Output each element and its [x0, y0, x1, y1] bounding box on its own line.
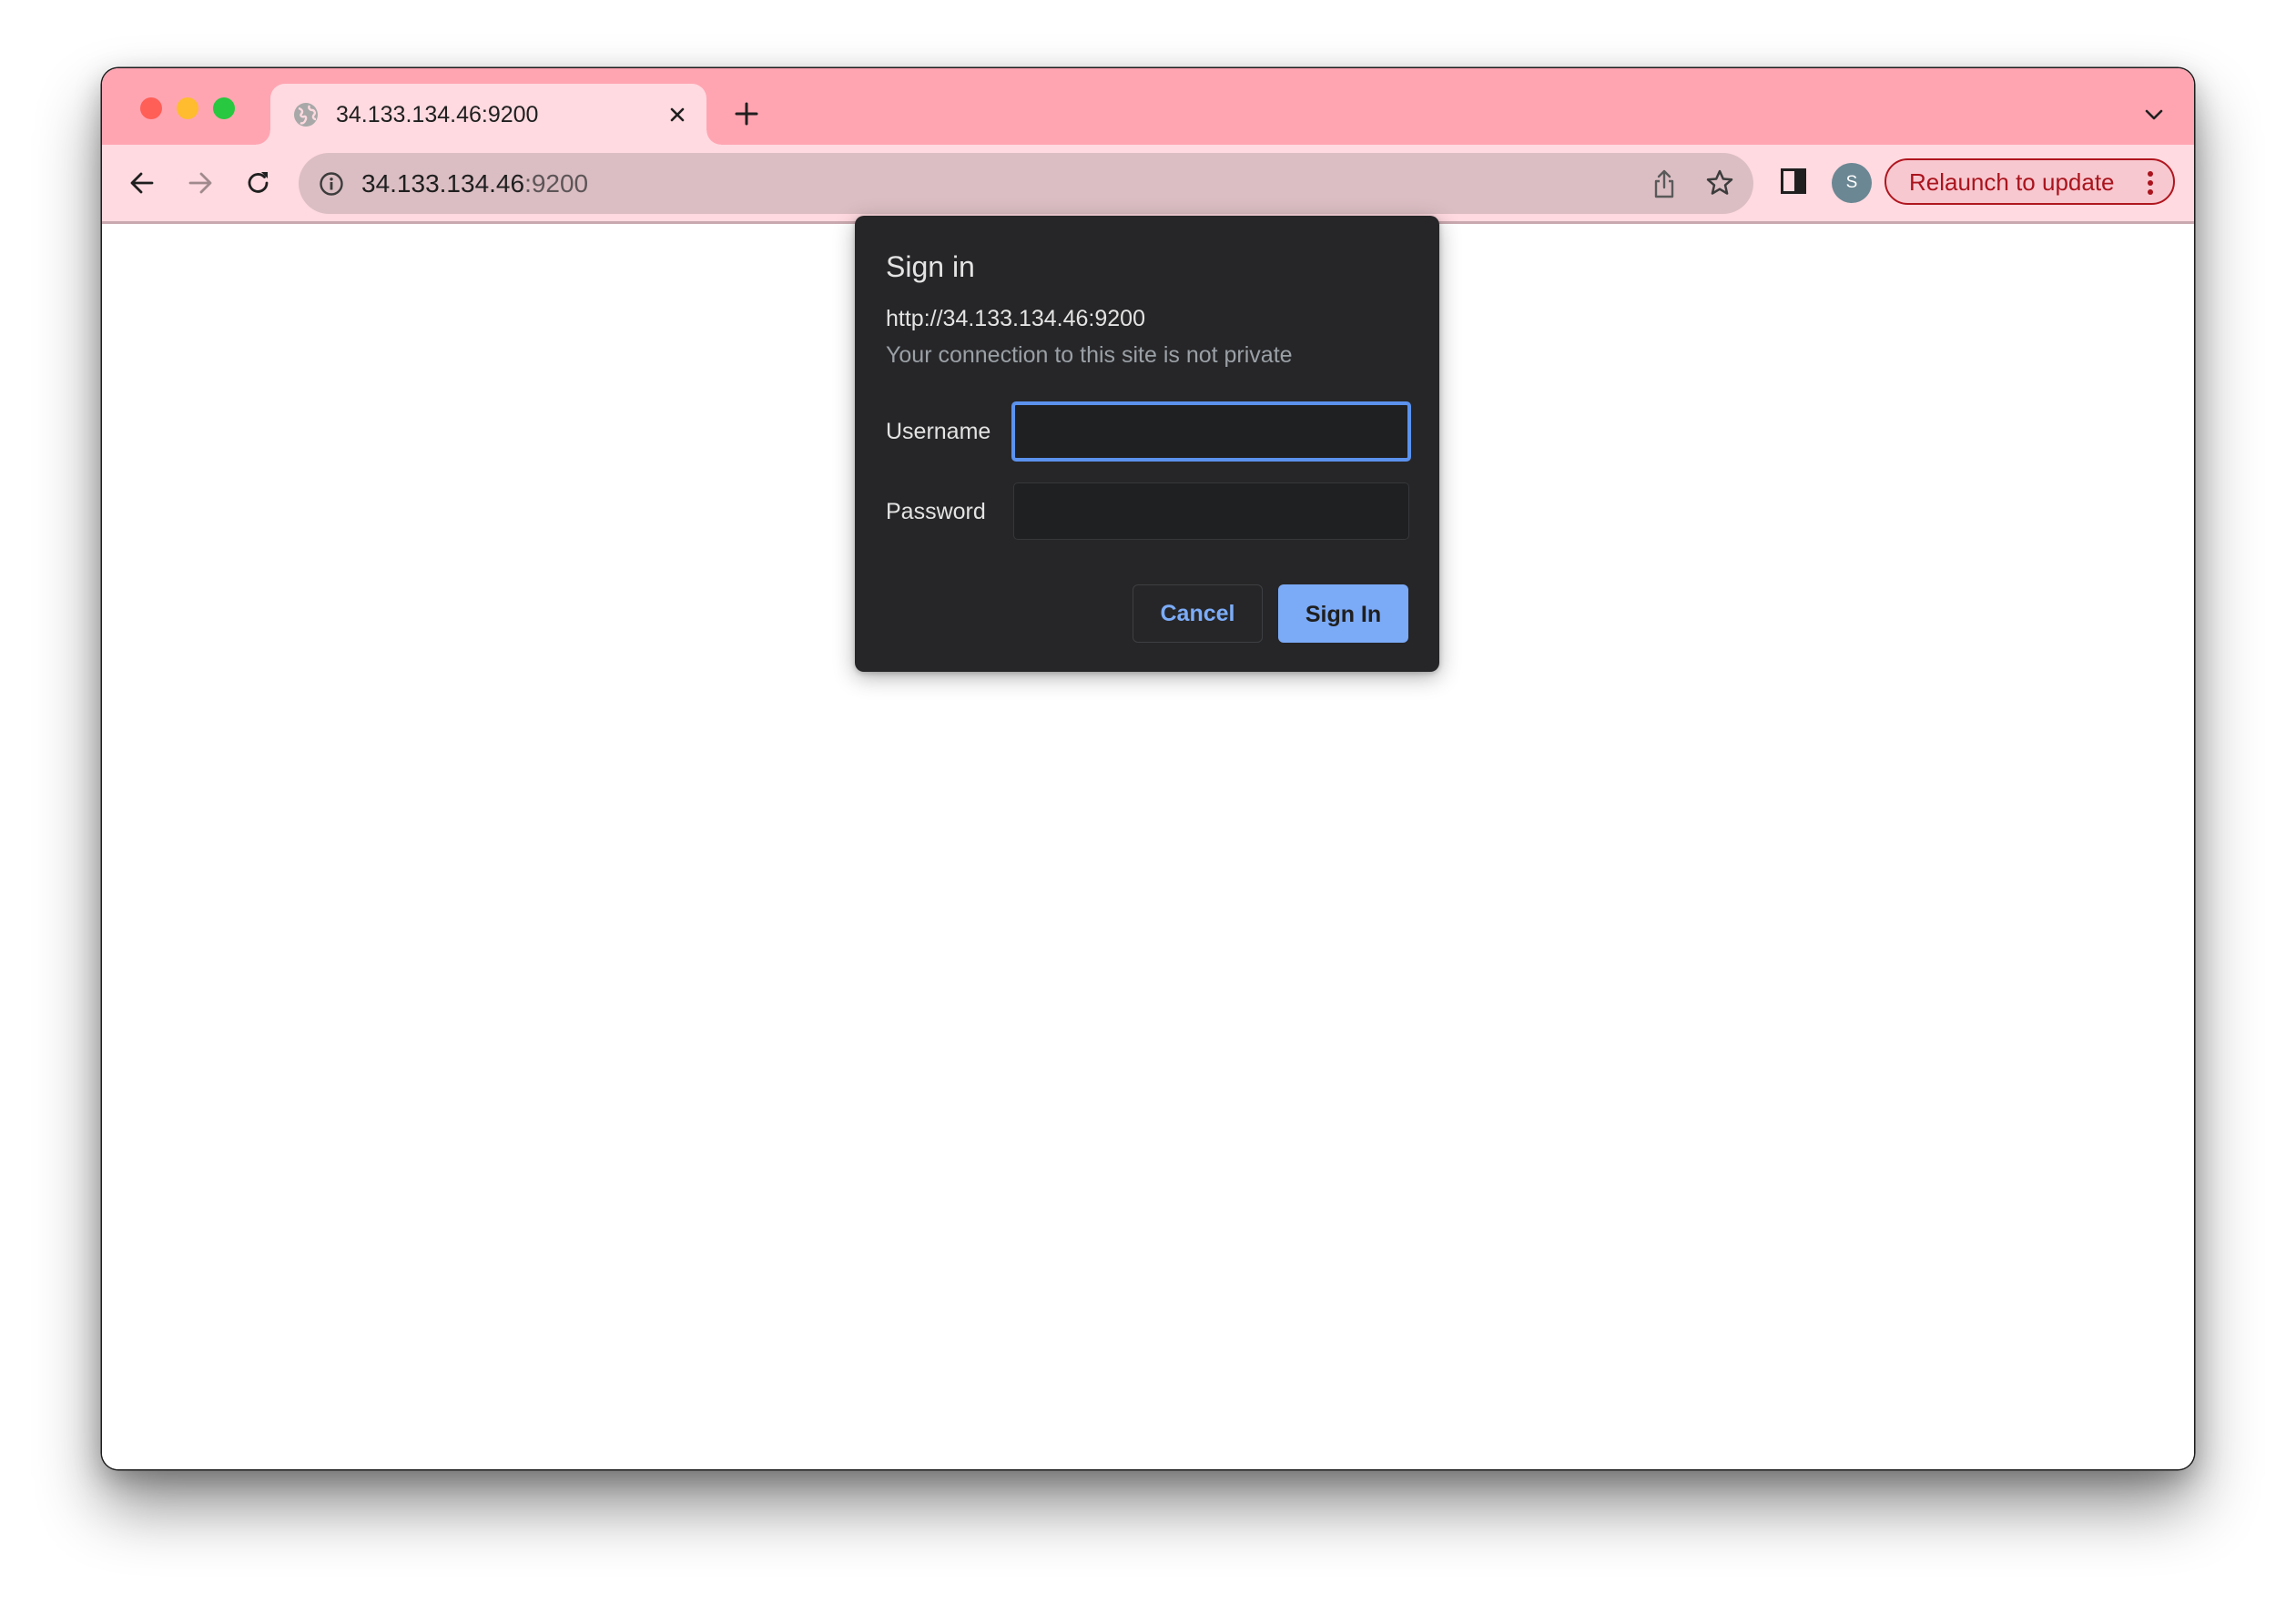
connection-warning: Your connection to this site is not priv…: [886, 342, 1293, 368]
close-tab-icon[interactable]: [666, 104, 688, 126]
zoom-window-button[interactable]: [213, 97, 235, 119]
relaunch-label: Relaunch to update: [1909, 168, 2115, 196]
sign-in-button[interactable]: Sign In: [1278, 584, 1408, 643]
password-input[interactable]: [1013, 482, 1409, 540]
dialog-origin: http://34.133.134.46:9200: [886, 306, 1145, 331]
dialog-title: Sign in: [886, 250, 975, 283]
star-icon[interactable]: [1704, 168, 1735, 198]
close-window-button[interactable]: [140, 97, 162, 119]
kebab-menu-icon[interactable]: [2146, 170, 2155, 196]
share-icon[interactable]: [1650, 168, 1679, 200]
chevron-down-icon[interactable]: [2142, 103, 2166, 127]
sign-in-dialog: Sign in http://34.133.134.46:9200 Your c…: [855, 216, 1439, 672]
browser-window: 34.133.134.46:9200 34.133.134.46:9200 S …: [102, 68, 2194, 1469]
url-text[interactable]: 34.133.134.46:9200: [361, 168, 588, 199]
profile-avatar[interactable]: S: [1832, 163, 1872, 203]
forward-button[interactable]: [184, 167, 217, 199]
globe-icon: [294, 103, 318, 127]
relaunch-to-update-button[interactable]: Relaunch to update: [1885, 158, 2175, 205]
back-button[interactable]: [126, 167, 158, 199]
url-host: 34.133.134.46: [361, 169, 525, 198]
address-bar[interactable]: 34.133.134.46:9200: [299, 153, 1753, 214]
tab-strip: 34.133.134.46:9200: [102, 68, 2194, 147]
tab-active[interactable]: 34.133.134.46:9200: [256, 84, 721, 147]
username-input[interactable]: [1011, 401, 1411, 462]
info-icon[interactable]: [319, 171, 344, 197]
username-label: Username: [886, 419, 991, 444]
url-port: :9200: [524, 169, 589, 198]
tab-title: 34.133.134.46:9200: [336, 102, 539, 127]
new-tab-button[interactable]: [733, 100, 760, 127]
reload-button[interactable]: [242, 167, 275, 199]
cancel-button[interactable]: Cancel: [1133, 584, 1263, 643]
password-label: Password: [886, 499, 986, 524]
minimize-window-button[interactable]: [177, 97, 198, 119]
side-panel-icon[interactable]: [1781, 168, 1806, 194]
toolbar: 34.133.134.46:9200 S Relaunch to update: [102, 145, 2194, 224]
